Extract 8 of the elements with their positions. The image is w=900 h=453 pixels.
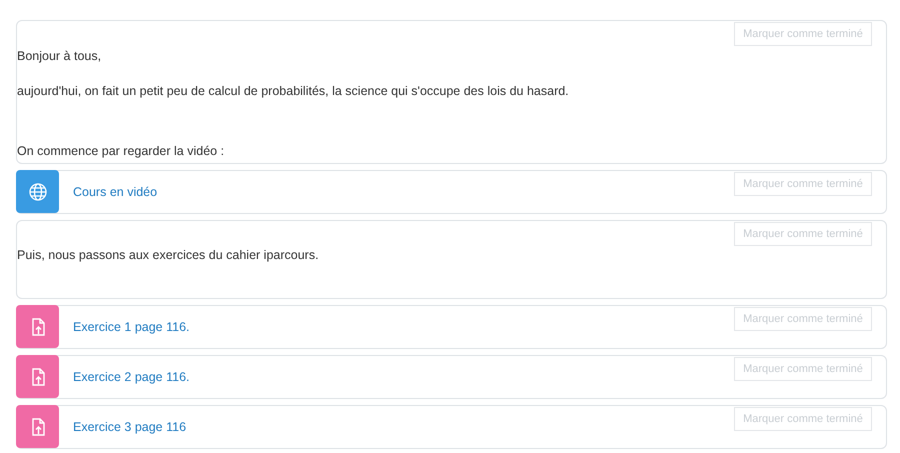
paragraph: aujourd'hui, on fait un petit peu de calcul de probabilités, la science qui s'occupe des lois du hasard. [17, 84, 570, 99]
paragraph: On commence par regarder la vidéo : [17, 144, 226, 159]
activity-link[interactable]: Exercice 2 page 116. [73, 370, 190, 384]
paragraph: Bonjour à tous, [17, 49, 102, 64]
activity-link[interactable]: Exercice 1 page 116. [73, 320, 190, 334]
paragraph: Puis, nous passons aux exercices du cahier iparcours. [17, 248, 320, 263]
activity-link[interactable]: Exercice 3 page 116 [73, 420, 186, 434]
activity-link[interactable]: Cours en vidéo [73, 185, 158, 199]
